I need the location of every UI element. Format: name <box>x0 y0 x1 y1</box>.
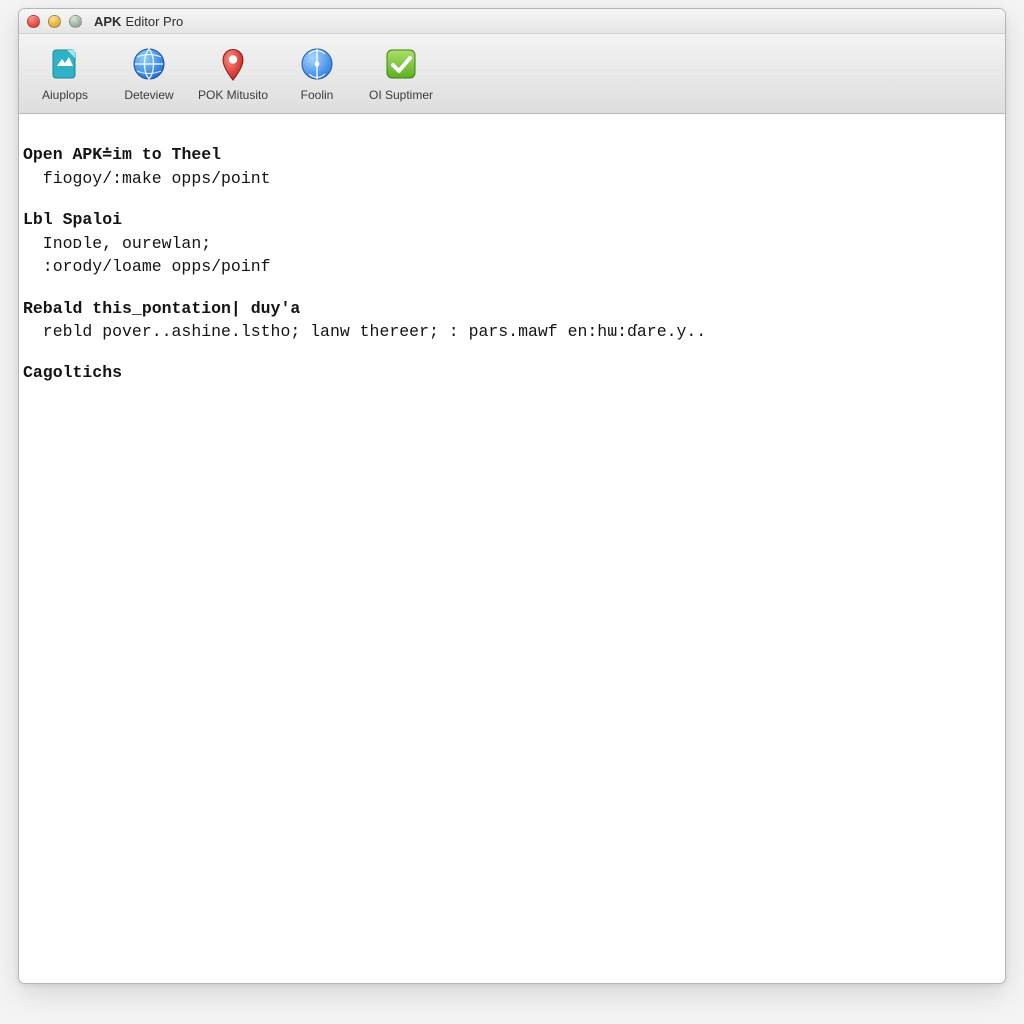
minimize-window-button[interactable] <box>48 15 61 28</box>
section-line: fiogoy/:make opps/point <box>23 169 271 188</box>
window-title-bold: APK <box>94 14 121 29</box>
close-window-button[interactable] <box>27 15 40 28</box>
pin-red-icon <box>215 46 251 82</box>
globe-blue-icon <box>131 46 167 82</box>
toolbar-label: POK Mitusito <box>198 88 268 102</box>
section-header: Lbl Spaloi <box>23 210 122 229</box>
section-rebald: Rebald this_pontation| duy'a rebld pover… <box>23 297 1001 344</box>
toolbar-foolin-button[interactable]: Foolin <box>275 34 359 113</box>
titlebar: APK Editor Pro <box>19 9 1005 34</box>
file-teal-icon <box>47 46 83 82</box>
content-area[interactable]: Open APK≐im to Theel fiogoy/:make opps/p… <box>19 114 1005 983</box>
section-line: :orody/loame opps/poinf <box>23 257 271 276</box>
section-open-apk: Open APK≐im to Theel fiogoy/:make opps/p… <box>23 143 1001 190</box>
toolbar-oi-suptimer-button[interactable]: OI Suptimer <box>359 34 443 113</box>
toolbar-pok-mitusito-button[interactable]: POK Mitusito <box>191 34 275 113</box>
section-header: Rebald this_pontation| duy'a <box>23 299 300 318</box>
toolbar-label: Foolin <box>301 88 334 102</box>
window-title-rest: Editor Pro <box>125 14 183 29</box>
toolbar-aiuplops-button[interactable]: Aiuplops <box>23 34 107 113</box>
section-lbl-spaloi: Lbl Spaloi Inoᴅle, ourewlan; :orody/loam… <box>23 208 1001 278</box>
section-header: Cagoltichs <box>23 363 122 382</box>
toolbar-label: OI Suptimer <box>369 88 433 102</box>
disc-blue-icon <box>299 46 335 82</box>
section-header: Open APK≐im to Theel <box>23 145 221 164</box>
app-window: APK Editor Pro Aiuplops <box>18 8 1006 984</box>
window-controls <box>27 15 82 28</box>
check-green-icon <box>383 46 419 82</box>
toolbar-label: Aiuplops <box>42 88 88 102</box>
section-line: Inoᴅle, ourewlan; <box>23 234 211 253</box>
toolbar-deteview-button[interactable]: Deteview <box>107 34 191 113</box>
toolbar-label: Deteview <box>124 88 173 102</box>
zoom-window-button[interactable] <box>69 15 82 28</box>
window-title: APK Editor Pro <box>94 14 183 29</box>
section-cagoltichs: Cagoltichs <box>23 361 1001 384</box>
toolbar: Aiuplops Deteview <box>19 34 1005 114</box>
section-line: rebld pover..ashine.lstho; lanw thereer;… <box>23 322 706 341</box>
